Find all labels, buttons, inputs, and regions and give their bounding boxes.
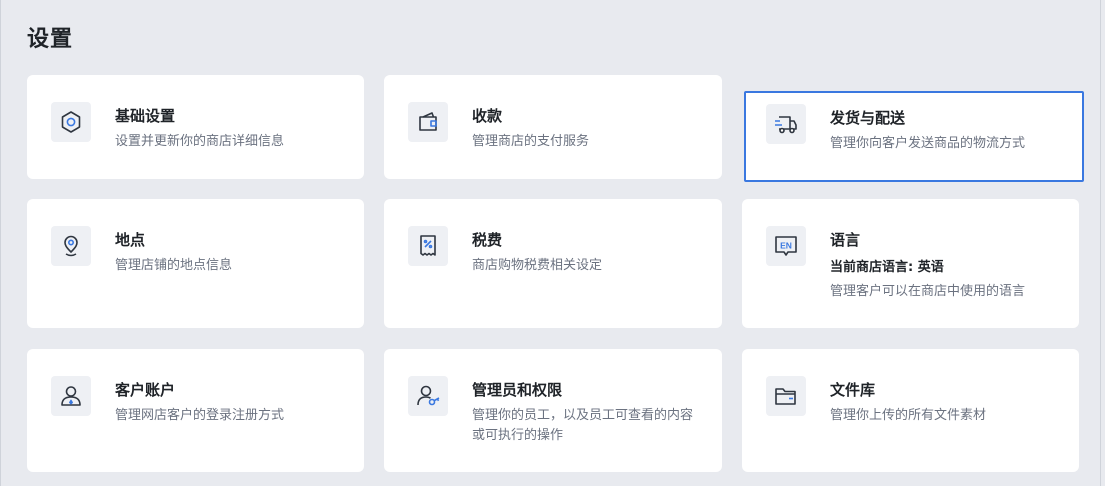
card-title: 客户账户 [115, 381, 176, 399]
card-shipping-delivery[interactable]: 发货与配送 管理你向客户发送商品的物流方式 [744, 91, 1084, 182]
card-description: 设置并更新你的商店详细信息 [115, 134, 285, 149]
card-file-library[interactable]: 文件库 管理你上传的所有文件素材 [742, 349, 1079, 472]
card-description: 管理店铺的地点信息 [115, 258, 233, 273]
card-title: 地点 [115, 231, 146, 249]
card-title: 语言 [830, 231, 861, 249]
card-customer-accounts[interactable]: 客户账户 管理网店客户的登录注册方式 [27, 349, 364, 472]
card-description: 管理客户可以在商店中使用的语言 [830, 284, 1026, 299]
current-language-label: 当前商店语言: 英语 [830, 260, 944, 275]
card-description: 管理你的员工，以及员工可查看的内容或可执行的操作 [472, 408, 694, 443]
card-taxes[interactable]: 税费 商店购物税费相关设定 [384, 199, 722, 328]
card-title: 发货与配送 [830, 109, 906, 127]
user-account-icon [51, 376, 91, 416]
tax-receipt-icon [408, 226, 448, 266]
card-title: 文件库 [830, 381, 876, 399]
location-pin-icon [51, 226, 91, 266]
card-title: 收款 [472, 107, 503, 125]
truck-icon [766, 104, 806, 144]
card-locations[interactable]: 地点 管理店铺的地点信息 [27, 199, 364, 328]
card-title: 管理员和权限 [472, 381, 563, 399]
wallet-icon [408, 102, 448, 142]
page-title: 设置 [27, 27, 74, 52]
user-key-icon [408, 376, 448, 416]
language-en-icon: EN [766, 226, 806, 266]
card-payments[interactable]: 收款 管理商店的支付服务 [384, 75, 722, 179]
card-description: 管理网店客户的登录注册方式 [115, 408, 285, 423]
card-basic-settings[interactable]: 基础设置 设置并更新你的商店详细信息 [27, 75, 364, 179]
folder-icon [766, 376, 806, 416]
card-description: 管理你上传的所有文件素材 [830, 408, 987, 423]
card-description: 管理商店的支付服务 [472, 134, 590, 149]
gear-icon [51, 102, 91, 142]
language-code-label: EN [780, 241, 792, 251]
card-description: 管理你向客户发送商品的物流方式 [830, 136, 1026, 151]
card-title: 基础设置 [115, 107, 176, 125]
card-description: 商店购物税费相关设定 [472, 258, 603, 273]
card-title: 税费 [472, 231, 503, 249]
card-languages[interactable]: EN 语言 当前商店语言: 英语 管理客户可以在商店中使用的语言 [742, 199, 1079, 328]
card-admins-permissions[interactable]: 管理员和权限 管理你的员工，以及员工可查看的内容或可执行的操作 [384, 349, 722, 472]
